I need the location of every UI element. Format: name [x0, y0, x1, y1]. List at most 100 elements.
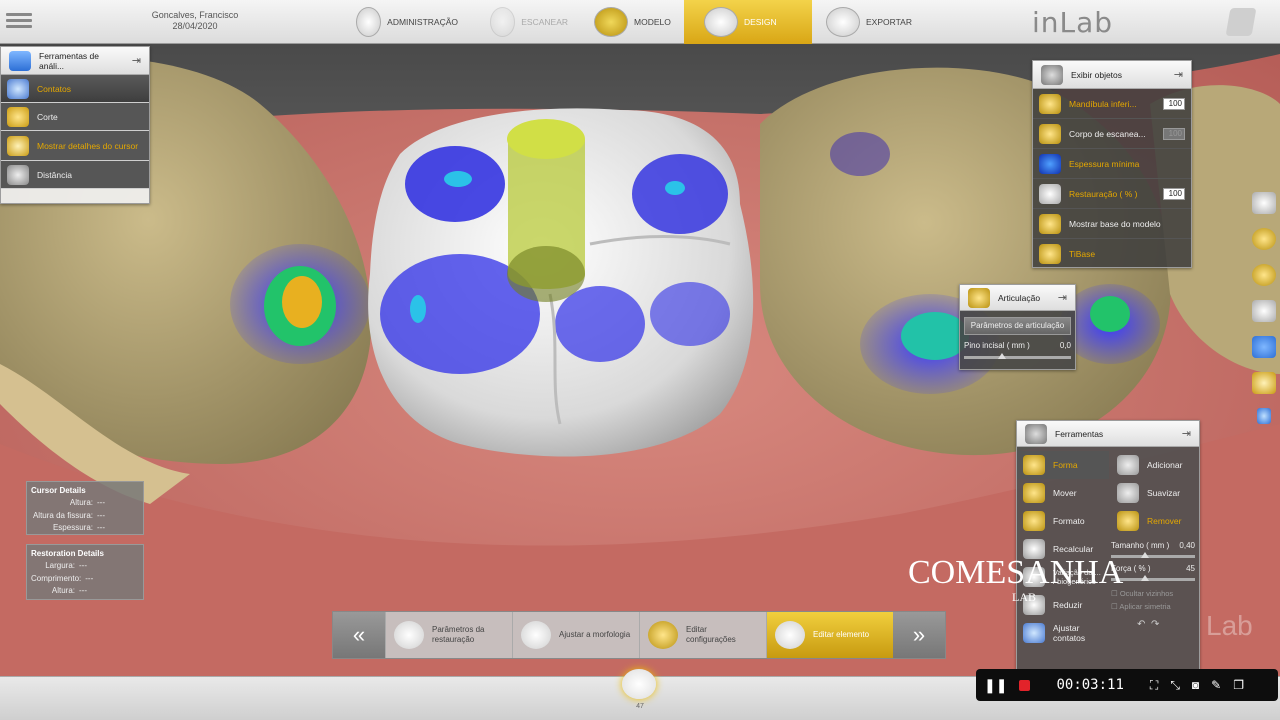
hide-neighbors-checkbox[interactable]: ☐ Ocultar vizinhos — [1111, 581, 1201, 598]
object-restauracao[interactable]: Restauração ( % ) 100 — [1033, 179, 1191, 209]
tibase-icon — [1039, 243, 1061, 264]
tool-contatos[interactable]: Contatos — [1, 75, 149, 103]
articulator-icon — [968, 287, 990, 308]
pin-icon[interactable]: ⇥ — [1182, 427, 1191, 440]
morphology-icon — [521, 621, 551, 649]
workflow-step-morfologia[interactable]: Ajustar a morfologia — [512, 612, 639, 658]
magnify-icon[interactable] — [1252, 264, 1276, 286]
redo-icon[interactable]: ↷ — [1151, 619, 1159, 630]
undo-icon[interactable]: ↶ — [1137, 619, 1145, 630]
tool-corte[interactable]: Corte — [1, 103, 149, 131]
pin-icon[interactable]: ⇥ — [1058, 291, 1067, 304]
pen-icon[interactable]: ✎ — [1211, 678, 1221, 692]
step-design[interactable]: DESIGN — [684, 0, 812, 44]
tool-suavizar[interactable]: Suavizar — [1111, 479, 1201, 507]
step-administracao[interactable]: ADMINISTRAÇÃO — [352, 0, 458, 44]
workflow-step-parametros[interactable]: Parâmetros da restauração — [385, 612, 512, 658]
adjust-contacts-icon — [1023, 623, 1045, 643]
tool-distancia[interactable]: Distância — [1, 161, 149, 189]
add-icon — [1117, 455, 1139, 475]
object-scanbody[interactable]: Corpo de escanea... 100 — [1033, 119, 1191, 149]
stop-icon[interactable] — [1019, 679, 1031, 691]
tool-forma[interactable]: Forma — [1017, 451, 1109, 479]
view-cube-icon[interactable] — [1252, 192, 1276, 214]
3d-viewport[interactable]: Ferramentas de análi... ⇥ Contatos Corte… — [0, 44, 1280, 676]
restoration-details-box: Restoration Details Largura: --- Comprime… — [26, 544, 144, 600]
patient-name: Goncalves, Francisco — [151, 10, 239, 20]
edit-element-icon — [775, 621, 805, 649]
tooth-logo-icon[interactable] — [1225, 8, 1257, 36]
step-exportar[interactable]: EXPORTAR — [818, 0, 928, 44]
objects-icon — [1041, 64, 1063, 85]
object-base-modelo[interactable]: Mostrar base do modelo — [1033, 209, 1191, 239]
pin-icon[interactable]: ⇥ — [1174, 68, 1183, 81]
contacts-icon — [7, 78, 29, 99]
strength-field[interactable]: Força ( % ) 45 — [1111, 558, 1201, 573]
analysis-panel-header: Ferramentas de análi... ⇥ — [1, 47, 149, 75]
tool-mover[interactable]: Mover — [1017, 479, 1109, 507]
workflow-step-configuracoes[interactable]: Editar configurações — [639, 612, 766, 658]
window-icon[interactable]: ❐ — [1233, 678, 1244, 692]
tool-remover[interactable]: Remover — [1111, 507, 1201, 535]
distance-icon — [7, 164, 29, 185]
pause-icon[interactable]: ❚❚ — [984, 677, 1007, 694]
apply-symmetry-checkbox[interactable]: ☐ Aplicar simetria — [1111, 598, 1201, 611]
restoration-icon — [1039, 183, 1061, 204]
undo-redo: ↶ ↷ — [1111, 611, 1201, 630]
opacity-input[interactable]: 100 — [1163, 187, 1185, 200]
chart-icon — [9, 50, 31, 71]
book-icon[interactable] — [1252, 300, 1276, 322]
recording-time: 00:03:11 — [1056, 677, 1124, 693]
tools-icon — [1025, 423, 1047, 444]
articulation-parameters-button[interactable]: Parâmetros de articulação — [964, 317, 1071, 335]
tool-cursor-details[interactable]: Mostrar detalhes do cursor — [1, 131, 149, 161]
step-escanear: ESCANEAR — [462, 0, 568, 44]
tool-formato[interactable]: Formato — [1017, 507, 1109, 535]
shape-icon — [1023, 455, 1045, 475]
watermark-sub: LAB — [1012, 590, 1036, 604]
object-tibase[interactable]: TiBase — [1033, 239, 1191, 267]
workflow-step-editar-elemento[interactable]: Editar elemento — [766, 612, 893, 658]
settings-icon[interactable] — [1257, 408, 1271, 424]
tool-ajustar-contatos[interactable]: Ajustar contatos — [1017, 619, 1109, 647]
analysis-tools-panel: Ferramentas de análi... ⇥ Contatos Corte… — [0, 46, 150, 204]
strength-slider[interactable] — [1111, 575, 1195, 581]
camera-icon[interactable]: ◙ — [1192, 678, 1199, 692]
display-objects-panel: Exibir objetos ⇥ Mandíbula inferi... 100 … — [1032, 60, 1192, 268]
right-icon-strip — [1252, 192, 1276, 424]
move-icon — [1023, 483, 1045, 503]
object-espessura[interactable]: Espessura mínima — [1033, 149, 1191, 179]
cut-icon — [7, 106, 29, 127]
step-modelo[interactable]: MODELO — [576, 0, 682, 44]
patient-info: Goncalves, Francisco 28/04/2020 — [120, 10, 270, 32]
opacity-input: 100 — [1163, 127, 1185, 140]
cursor-details-icon[interactable] — [1252, 372, 1276, 394]
tools-right-column: Adicionar Suavizar Remover Tamanho ( mm … — [1111, 451, 1201, 630]
size-field[interactable]: Tamanho ( mm ) 0,40 — [1111, 535, 1201, 550]
cursor-details-box: Cursor Details Altura: --- Altura da fiss… — [26, 481, 144, 535]
shrink-icon[interactable]: ⤡ — [1170, 678, 1180, 693]
workflow-strip: « Parâmetros da restauração Ajustar a mo… — [332, 611, 946, 659]
tool-adicionar[interactable]: Adicionar — [1111, 451, 1201, 479]
object-mandibula[interactable]: Mandíbula inferi... 100 — [1033, 89, 1191, 119]
articulation-panel-header: Articulação ⇥ — [960, 285, 1075, 311]
remove-icon — [1117, 511, 1139, 531]
crown-icon — [704, 7, 738, 37]
tooth-selector-icon[interactable] — [622, 669, 656, 699]
incisal-pin-slider[interactable] — [964, 353, 1071, 359]
opacity-input[interactable]: 100 — [1163, 97, 1185, 110]
previous-step-button[interactable]: « — [333, 612, 385, 658]
hamburger-menu-icon[interactable] — [6, 10, 32, 32]
tool-icon[interactable] — [1252, 228, 1276, 250]
corner-watermark: Lab — [1206, 610, 1253, 641]
chart-icon[interactable] — [1252, 336, 1276, 358]
objects-panel-header: Exibir objetos ⇥ — [1033, 61, 1191, 89]
pin-icon[interactable]: ⇥ — [132, 54, 141, 67]
thickness-icon — [1039, 153, 1061, 174]
tools-panel-header: Ferramentas ⇥ — [1017, 421, 1199, 447]
next-step-button[interactable]: » — [893, 612, 945, 658]
articulation-panel: Articulação ⇥ Parâmetros de articulação … — [959, 284, 1076, 370]
region-icon[interactable]: ⛶ — [1150, 678, 1158, 693]
size-slider[interactable] — [1111, 552, 1195, 558]
incisal-pin-field[interactable]: Pino incisal ( mm ) 0,0 — [960, 341, 1075, 350]
